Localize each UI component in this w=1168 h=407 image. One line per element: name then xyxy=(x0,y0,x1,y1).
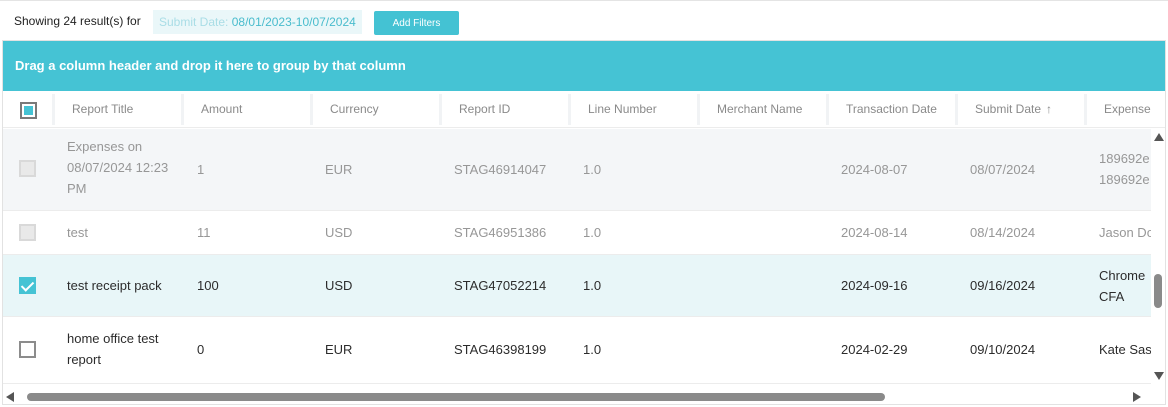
cell-line-number: 1.0 xyxy=(583,278,602,293)
cell-report-title: home office test report xyxy=(67,331,159,367)
grid-body: Expenses on 08/07/2024 12:23 PM 1 EUR ST… xyxy=(3,129,1151,384)
cell-expense: Chrome CFA xyxy=(1099,268,1146,304)
cell-transaction-date: 2024-09-16 xyxy=(841,278,908,293)
cell-submit-date: 08/07/2024 xyxy=(970,162,1036,177)
cell-transaction-date: 2024-08-07 xyxy=(841,162,908,177)
submit-date-filter-chip[interactable]: Submit Date: 08/01/2023-10/07/2024 xyxy=(153,10,362,34)
table-row[interactable]: Expenses on 08/07/2024 12:23 PM 1 EUR ST… xyxy=(3,129,1151,211)
results-count-label: Showing 24 result(s) for xyxy=(14,14,141,28)
cell-amount: 0 xyxy=(197,342,205,357)
header-select-cell xyxy=(3,91,55,128)
cell-report-title: test xyxy=(67,225,88,240)
cell-currency: EUR xyxy=(325,342,353,357)
scroll-right-arrow-icon[interactable] xyxy=(1133,392,1141,402)
cell-amount: 100 xyxy=(197,278,219,293)
cell-currency: EUR xyxy=(325,162,353,177)
filter-chip-key: Submit Date: xyxy=(159,15,229,29)
column-header-amount[interactable]: Amount xyxy=(184,91,313,128)
cell-line-number: 1.0 xyxy=(583,342,602,357)
cell-report-id: STAG46398199 xyxy=(454,342,547,357)
scroll-down-arrow-icon[interactable] xyxy=(1154,372,1164,380)
cell-line-number: 1.0 xyxy=(583,162,602,177)
cell-transaction-date: 2024-02-29 xyxy=(841,342,908,357)
select-all-checkbox[interactable] xyxy=(20,102,37,119)
cell-currency: USD xyxy=(325,225,353,240)
cell-report-id: STAG46951386 xyxy=(454,225,547,240)
cell-amount: 1 xyxy=(197,162,205,177)
vertical-scrollbar[interactable] xyxy=(1151,129,1165,384)
column-header-report-title[interactable]: Report Title xyxy=(55,91,184,128)
cell-amount: 11 xyxy=(197,225,211,240)
column-header-merchant-name[interactable]: Merchant Name xyxy=(700,91,829,128)
row-checkbox[interactable] xyxy=(19,224,36,241)
report-lines-grid: Drag a column header and drop it here to… xyxy=(2,40,1166,405)
cell-transaction-date: 2024-08-14 xyxy=(841,225,908,240)
cell-expense: Jason Do xyxy=(1099,225,1151,240)
cell-submit-date: 09/16/2024 xyxy=(970,278,1036,293)
row-checkbox[interactable] xyxy=(19,341,36,358)
results-toolbar: Showing 24 result(s) for Submit Date: 08… xyxy=(0,0,1168,40)
cell-expense: Kate Sas xyxy=(1099,342,1151,357)
cell-currency: USD xyxy=(325,278,353,293)
add-filters-button[interactable]: Add Filters xyxy=(374,11,459,35)
scroll-up-arrow-icon[interactable] xyxy=(1154,133,1164,141)
grid-header-row: Report Title Amount Currency Report ID L… xyxy=(3,91,1165,128)
cell-expense: 189692e 189692e xyxy=(1099,151,1150,187)
sort-ascending-icon: ↑ xyxy=(1046,102,1053,116)
cell-report-title: Expenses on 08/07/2024 12:23 PM xyxy=(67,139,169,196)
row-checkbox[interactable] xyxy=(19,277,36,294)
horizontal-scroll-thumb[interactable] xyxy=(27,393,885,401)
table-row[interactable]: test 11 USD STAG46951386 1.0 2024-08-14 … xyxy=(3,211,1151,255)
column-header-currency[interactable]: Currency xyxy=(313,91,442,128)
scroll-left-arrow-icon[interactable] xyxy=(6,392,14,402)
column-header-report-id[interactable]: Report ID xyxy=(442,91,571,128)
vertical-scroll-thumb[interactable] xyxy=(1154,274,1162,308)
row-checkbox[interactable] xyxy=(19,160,36,177)
group-by-drop-panel[interactable]: Drag a column header and drop it here to… xyxy=(3,41,1165,91)
cell-submit-date: 09/10/2024 xyxy=(970,342,1036,357)
column-header-transaction-date[interactable]: Transaction Date xyxy=(829,91,958,128)
filter-chip-value: 08/01/2023-10/07/2024 xyxy=(231,15,356,29)
column-header-submit-date[interactable]: Submit Date ↑ xyxy=(958,91,1087,128)
horizontal-scrollbar[interactable] xyxy=(3,388,1151,404)
cell-line-number: 1.0 xyxy=(583,225,602,240)
cell-submit-date: 08/14/2024 xyxy=(970,225,1036,240)
table-row[interactable]: test receipt pack 100 USD STAG47052214 1… xyxy=(3,255,1151,317)
table-row[interactable]: home office test report 0 EUR STAG463981… xyxy=(3,317,1151,384)
column-header-line-number[interactable]: Line Number xyxy=(571,91,700,128)
cell-report-id: STAG47052214 xyxy=(454,278,547,293)
column-header-expense[interactable]: Expense xyxy=(1087,91,1165,128)
cell-report-id: STAG46914047 xyxy=(454,162,547,177)
cell-report-title: test receipt pack xyxy=(67,278,162,293)
